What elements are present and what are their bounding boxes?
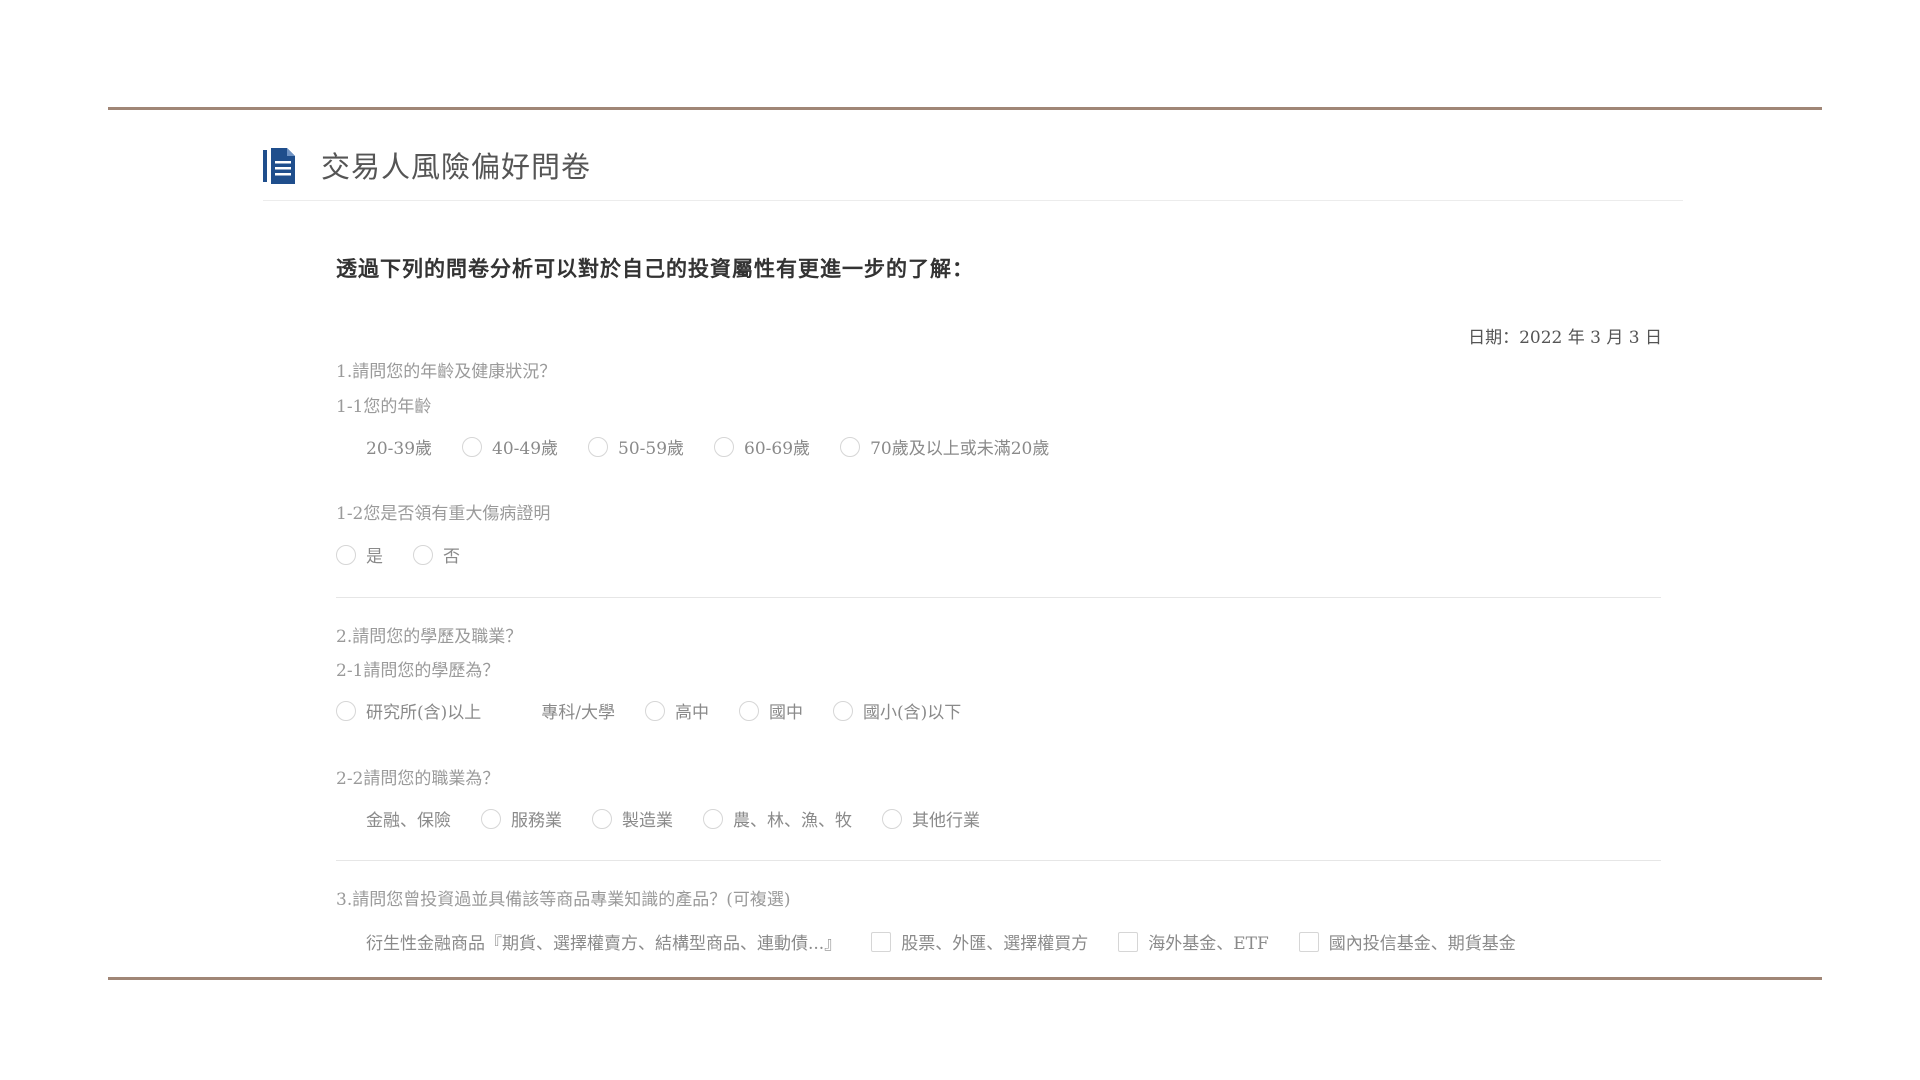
question-1-2-label: 1-2您是否領有重大傷病證明 — [336, 504, 551, 524]
education-radio-junior-high[interactable] — [739, 700, 759, 721]
question-2-2-label: 2-2請問您的職業為？ — [336, 769, 500, 789]
education-radio-graduate[interactable] — [336, 700, 356, 721]
section-divider — [336, 597, 1661, 598]
illness-options: 是 否 — [336, 542, 490, 567]
page-title: 交易人風險偏好問卷 — [321, 150, 592, 184]
education-option-elementary[interactable]: 國小(含)以下 — [833, 698, 961, 723]
age-option-60-69[interactable]: 60-69歲 — [714, 434, 810, 459]
option-label: 股票、外匯、選擇權買方 — [901, 934, 1089, 954]
option-label: 國小(含)以下 — [863, 703, 962, 723]
product-option-domestic-funds[interactable]: 國內投信基金、期貨基金 — [1298, 929, 1516, 954]
option-label: 金融、保險 — [366, 811, 451, 831]
product-checkbox-overseas-funds[interactable] — [1118, 931, 1139, 952]
date-text: 日期：2022 年 3 月 3 日 — [1468, 328, 1662, 348]
education-radio-high-school[interactable] — [645, 700, 665, 721]
question-3-title: 3.請問您曾投資過並具備該等商品專業知識的產品？(可複選) — [336, 890, 791, 910]
option-label: 否 — [443, 547, 460, 567]
education-options: 研究所(含)以上 專科/大學 高中 國中 國小(含)以下 — [336, 698, 991, 723]
age-radio-50-59[interactable] — [588, 436, 609, 457]
product-option-overseas-funds[interactable]: 海外基金、ETF — [1118, 929, 1269, 954]
top-border — [108, 107, 1822, 110]
option-label: 50-59歲 — [618, 439, 685, 459]
option-label: 農、林、漁、牧 — [733, 811, 852, 831]
age-options: 20-39歲 40-49歲 50-59歲 60-69歲 70歲及以上或未滿20歲 — [336, 434, 1079, 459]
occupation-radio-other[interactable] — [882, 808, 902, 829]
occupation-option-service[interactable]: 服務業 — [481, 806, 562, 831]
education-option-graduate[interactable]: 研究所(含)以上 — [336, 698, 481, 723]
option-label: 專科/大學 — [541, 703, 615, 723]
age-radio-40-49[interactable] — [462, 436, 483, 457]
option-label: 研究所(含)以上 — [366, 703, 482, 723]
option-label: 國內投信基金、期貨基金 — [1328, 934, 1516, 954]
product-checkbox-stocks[interactable] — [871, 931, 892, 952]
age-option-40-49[interactable]: 40-49歲 — [462, 434, 558, 459]
section-divider — [336, 860, 1661, 861]
occupation-radio-service[interactable] — [481, 808, 501, 829]
option-label: 是 — [366, 547, 383, 567]
page-header: 交易人風險偏好問卷 — [263, 136, 1683, 201]
education-option-college[interactable]: 專科/大學 — [511, 698, 615, 723]
option-label: 海外基金、ETF — [1148, 934, 1269, 954]
age-radio-70-plus[interactable] — [840, 436, 861, 457]
education-radio-elementary[interactable] — [833, 700, 853, 721]
age-option-50-59[interactable]: 50-59歲 — [588, 434, 684, 459]
question-1-title: 1.請問您的年齡及健康狀況？ — [336, 362, 557, 382]
option-label: 其他行業 — [912, 811, 980, 831]
age-option-20-39[interactable]: 20-39歲 — [336, 434, 432, 459]
option-label: 70歲及以上或未滿20歲 — [870, 439, 1050, 459]
option-label: 衍生性金融商品『期貨、選擇權賣方、結構型商品、連動債...』 — [366, 934, 842, 954]
option-label: 高中 — [675, 703, 709, 723]
option-label: 20-39歲 — [366, 439, 433, 459]
option-label: 40-49歲 — [492, 439, 559, 459]
product-option-stocks[interactable]: 股票、外匯、選擇權買方 — [871, 929, 1088, 954]
education-option-high-school[interactable]: 高中 — [645, 698, 709, 723]
question-2-1-label: 2-1請問您的學歷為？ — [336, 661, 500, 681]
question-1-1-label: 1-1您的年齡 — [336, 397, 432, 417]
occupation-option-other[interactable]: 其他行業 — [882, 806, 980, 831]
illness-radio-yes[interactable] — [336, 544, 356, 565]
option-label: 製造業 — [622, 811, 673, 831]
occupation-option-finance[interactable]: 金融、保險 — [336, 806, 451, 831]
product-options: 衍生性金融商品『期貨、選擇權賣方、結構型商品、連動債...』 股票、外匯、選擇權… — [336, 929, 1546, 954]
illness-option-no[interactable]: 否 — [413, 542, 460, 567]
occupation-options: 金融、保險 服務業 製造業 農、林、漁、牧 其他行業 — [336, 806, 1010, 831]
occupation-option-agriculture[interactable]: 農、林、漁、牧 — [703, 806, 852, 831]
illness-radio-no[interactable] — [413, 544, 433, 565]
product-option-derivatives[interactable]: 衍生性金融商品『期貨、選擇權賣方、結構型商品、連動債...』 — [336, 929, 841, 954]
question-2-title: 2.請問您的學歷及職業？ — [336, 627, 523, 647]
bottom-border — [108, 977, 1822, 980]
option-label: 60-69歲 — [744, 439, 811, 459]
option-label: 服務業 — [511, 811, 562, 831]
intro-text: 透過下列的問卷分析可以對於自己的投資屬性有更進一步的了解： — [336, 257, 974, 281]
age-radio-60-69[interactable] — [714, 436, 735, 457]
age-option-70-plus[interactable]: 70歲及以上或未滿20歲 — [840, 434, 1049, 459]
occupation-option-manufacturing[interactable]: 製造業 — [592, 806, 673, 831]
document-list-icon — [263, 148, 295, 184]
education-option-junior-high[interactable]: 國中 — [739, 698, 803, 723]
occupation-radio-agriculture[interactable] — [703, 808, 723, 829]
occupation-radio-manufacturing[interactable] — [592, 808, 612, 829]
illness-option-yes[interactable]: 是 — [336, 542, 383, 567]
option-label: 國中 — [769, 703, 803, 723]
product-checkbox-domestic-funds[interactable] — [1298, 931, 1319, 952]
